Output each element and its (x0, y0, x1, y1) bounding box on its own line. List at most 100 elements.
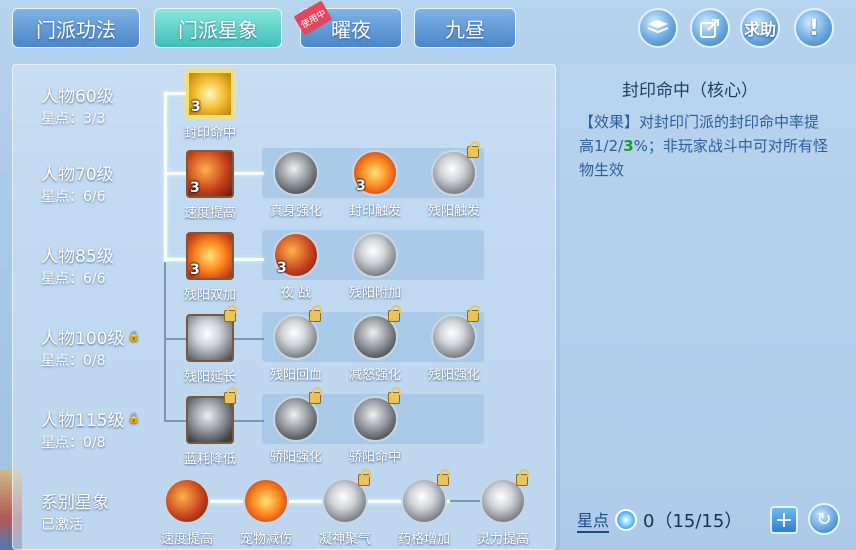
star-points-value: 0（15/15） (643, 511, 743, 532)
level-title: 系别星象 (41, 488, 109, 513)
lock-icon (358, 469, 371, 486)
skill-node[interactable]: 灵力提高 (467, 469, 539, 547)
lock-icon (467, 305, 480, 322)
reset-button[interactable]: ↻ (808, 503, 840, 535)
level-stars: 星点：0/8 (41, 435, 106, 451)
sun-beam-icon (186, 305, 237, 362)
pet-shield-icon (243, 478, 289, 524)
skill-name: 封印命中 (183, 126, 236, 141)
skill-node[interactable]: 残阳触发 (418, 141, 490, 219)
level-title-text: 人物115级 (41, 411, 125, 431)
level-title: 人物100级 🔒 (41, 324, 140, 349)
skill-detail-title: 封印命中（核心） (622, 81, 758, 101)
focus-icon (322, 469, 371, 524)
skill-node[interactable]: 减怒强化 (339, 305, 411, 383)
skill-node[interactable]: 药格增加 (388, 469, 460, 547)
book-button[interactable] (638, 8, 678, 48)
skill-name: 速度提高 (160, 532, 213, 547)
lock-icon (388, 387, 401, 404)
skill-node[interactable]: 3 速度提高 (174, 150, 246, 221)
skill-node[interactable]: 3 封印命中 (174, 70, 246, 141)
skill-node[interactable]: 真身强化 (260, 150, 332, 219)
skill-node[interactable]: 速度提高 (151, 478, 223, 547)
book-icon (647, 20, 669, 34)
connector-line (164, 92, 167, 262)
skill-name: 夜 战 (280, 286, 312, 301)
skill-node[interactable]: 凝神聚气 (309, 469, 381, 547)
skill-node[interactable]: 骄阳命中 (339, 387, 411, 465)
info-label: ! (808, 15, 820, 41)
medicine-icon (401, 469, 450, 524)
skill-node[interactable]: 骄阳强化 (260, 387, 332, 465)
speed-up-icon: 3 (186, 150, 234, 198)
skill-name: 速度提高 (183, 206, 236, 221)
tab-yaoye[interactable]: 使用中 曜夜 (293, 0, 402, 48)
skill-node[interactable]: 残阳强化 (418, 305, 490, 383)
skill-level: 3 (356, 178, 366, 194)
skill-level: 3 (190, 262, 200, 278)
sun-beam-icon (431, 141, 480, 196)
skill-name: 残阳延长 (183, 370, 236, 385)
level-title-text: 系别星象 (41, 493, 109, 513)
skill-node[interactable]: 残阳附加 (339, 232, 411, 301)
plus-icon: + (774, 507, 794, 533)
tab-sect-skills[interactable]: 门派功法 (12, 8, 140, 48)
skill-name: 残阳强化 (427, 368, 480, 383)
tab-sect-stars[interactable]: 门派星象 (154, 8, 282, 48)
skill-node[interactable]: 3 封印触发 (339, 150, 411, 219)
skill-name: 骄阳强化 (269, 450, 322, 465)
skill-level: 3 (277, 260, 287, 276)
skill-name: 残阳双加 (183, 288, 236, 303)
sun-beam-icon (431, 305, 480, 360)
star-icon (615, 509, 638, 531)
skill-node[interactable]: 残阳回血 (260, 305, 332, 383)
level-stars: 星点：6/6 (41, 189, 106, 205)
skill-name: 宠物减伤 (239, 532, 292, 547)
level-title: 人物115级 🔒 (41, 406, 140, 431)
skill-name: 凝神聚气 (318, 532, 371, 547)
level-title: 人物85级 (41, 242, 114, 267)
sun-beam-icon (273, 305, 322, 360)
bell-icon (352, 232, 398, 278)
connector-line (164, 262, 166, 422)
skill-name: 真身强化 (269, 204, 322, 219)
info-button[interactable]: ! (794, 8, 834, 48)
seal-hit-icon: 3 (186, 70, 234, 118)
lock-icon (309, 387, 322, 404)
help-button[interactable]: 求助 (740, 8, 780, 48)
tab-label: 门派功法 (36, 17, 116, 42)
skill-name: 残阳触发 (427, 204, 480, 219)
skill-node[interactable]: 3 残阳双加 (174, 232, 246, 303)
level-title: 人物60级 (41, 82, 114, 107)
night-warrior-icon: 3 (273, 232, 319, 278)
skill-name: 骄阳命中 (348, 450, 401, 465)
tab-label: 曜夜 (331, 17, 371, 42)
skill-name: 灵力提高 (476, 532, 529, 547)
share-icon (700, 19, 719, 38)
skill-node[interactable]: 3 夜 战 (260, 232, 332, 301)
level-stars: 星点：3/3 (41, 111, 106, 127)
add-star-button[interactable]: + (770, 506, 798, 534)
level-title-text: 人物70级 (41, 165, 114, 185)
star-points-bar: 星点 0（15/15） (577, 504, 742, 536)
skill-node[interactable]: 残阳延长 (174, 305, 246, 385)
desc-highlight: 3 (623, 137, 634, 155)
level-title-text: 人物100级 (41, 329, 125, 349)
skill-node[interactable]: 蓝耗降低 (174, 387, 246, 467)
skill-name: 残阳回血 (269, 368, 322, 383)
skill-node[interactable]: 宠物减伤 (230, 478, 302, 547)
skill-level: 3 (190, 180, 200, 196)
skill-level: 3 (191, 99, 201, 115)
share-button[interactable] (690, 8, 730, 48)
tab-label: 门派星象 (178, 17, 258, 42)
swirl-icon (273, 387, 322, 442)
flame-burst-icon: 3 (352, 150, 398, 196)
tab-jiuzhou[interactable]: 九昼 (414, 8, 516, 48)
warrior-icon (352, 305, 401, 360)
help-label: 求助 (743, 20, 776, 39)
skill-name: 残阳附加 (348, 286, 401, 301)
star-points-label[interactable]: 星点 (577, 507, 610, 533)
skill-name: 封印触发 (348, 204, 401, 219)
phoenix-icon (273, 150, 319, 196)
swirl-icon (186, 387, 237, 444)
